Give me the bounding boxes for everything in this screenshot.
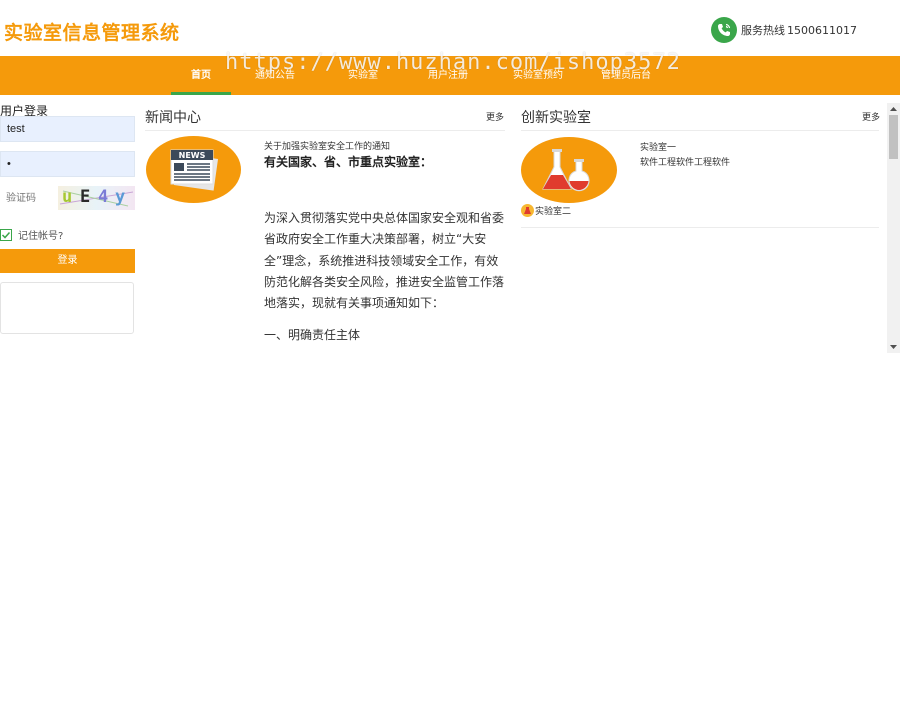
nav-item-notices[interactable]: 通知公告 [247, 56, 303, 95]
hotline-label: 服务热线 [741, 24, 785, 37]
lab-title[interactable]: 实验室一 [640, 140, 676, 153]
nav-item-labs[interactable]: 实验室 [338, 56, 388, 95]
captcha-input[interactable] [0, 186, 58, 210]
newspaper-label: NEWS [179, 151, 206, 160]
check-icon [1, 231, 11, 239]
captcha-char: E [80, 187, 91, 207]
remember-label: 记住帐号? [18, 231, 64, 242]
login-button[interactable]: 登录 [0, 249, 135, 273]
news-point: 一、明确责任主体 [264, 328, 361, 343]
page: 实验室信息管理系统 服务热线 1500611017 首页 通知公告 实验室 用户… [0, 0, 900, 721]
captcha-char: u [62, 187, 73, 207]
flask-icon [542, 149, 590, 192]
username-input[interactable] [0, 116, 135, 142]
password-input[interactable] [0, 151, 135, 177]
lab-description: 软件工程软件工程软件 [640, 158, 731, 168]
labs-divider [521, 130, 879, 131]
captcha-char: y [115, 187, 126, 207]
hotline-number: 1500611017 [787, 23, 857, 37]
scroll-up-arrow-icon[interactable] [887, 103, 900, 115]
lab-thumbnail[interactable] [521, 137, 617, 203]
remember-account[interactable]: 记住帐号? [0, 227, 63, 242]
captcha-char: 4 [98, 187, 109, 207]
labs-item-divider [521, 227, 879, 228]
scroll-thumb[interactable] [889, 115, 898, 159]
nav-item-reservation[interactable]: 实验室预约 [505, 56, 571, 95]
login-info-box [0, 282, 134, 334]
main-nav: 首页 通知公告 实验室 用户注册 实验室预约 管理员后台 [0, 56, 900, 95]
hotline: 服务热线 1500611017 [711, 17, 857, 43]
lab-label: 实验室二 [535, 207, 572, 217]
newspaper-icon: NEWS [170, 149, 219, 191]
news-more-link[interactable]: 更多 [486, 110, 504, 123]
nav-item-admin[interactable]: 管理员后台 [593, 56, 659, 95]
news-divider [145, 130, 505, 131]
news-section-title: 新闻中心 [145, 110, 201, 126]
news-headline[interactable]: 关于加强实验室安全工作的通知 [264, 139, 390, 152]
site-title: 实验室信息管理系统 [4, 22, 180, 44]
news-body: 为深入贯彻落实党中央总体国家安全观和省委省政府安全工作重大决策部署，树立“大安全… [264, 211, 504, 311]
nav-item-register[interactable]: 用户注册 [420, 56, 476, 95]
news-subheading: 有关国家、省、市重点实验室： [264, 155, 433, 169]
captcha-image[interactable]: u E 4 y [58, 186, 135, 210]
phone-icon [711, 17, 737, 43]
news-thumbnail[interactable]: NEWS [146, 136, 241, 203]
scrollbar[interactable] [887, 103, 900, 353]
labs-more-link[interactable]: 更多 [862, 110, 880, 123]
lab-icon [521, 204, 534, 217]
labs-section-title: 创新实验室 [521, 110, 591, 126]
lab-item[interactable]: 实验室二 [521, 204, 571, 217]
news-content: 有关国家、省、市重点实验室： 为深入贯彻落实党中央总体国家安全观和省委省政府安全… [264, 153, 504, 351]
scroll-down-arrow-icon[interactable] [887, 341, 900, 353]
header: 实验室信息管理系统 服务热线 1500611017 [0, 0, 900, 56]
nav-item-home[interactable]: 首页 [171, 56, 231, 95]
remember-checkbox[interactable] [0, 228, 12, 241]
